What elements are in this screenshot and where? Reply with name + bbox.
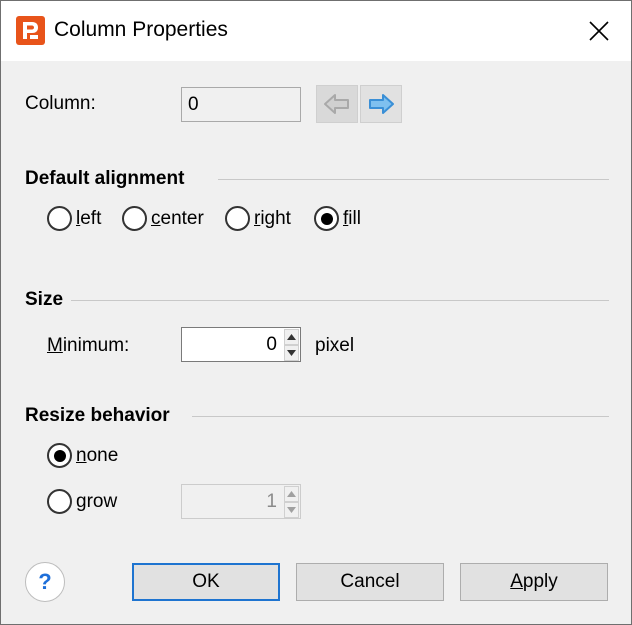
resize-group-title: Resize behavior [25,405,170,426]
minimum-size-spinner [284,329,299,361]
chevron-down-icon [287,350,296,356]
align-center-radio[interactable]: center [122,206,204,231]
chevron-down-icon [287,507,296,513]
align-center-label: center [151,207,204,229]
minimum-size-value: 0 [266,334,277,355]
column-index-field: 0 [181,87,301,122]
size-group-title: Size [25,289,64,310]
align-fill-radio[interactable]: fill [314,206,361,231]
grow-weight-value: 1 [266,491,277,512]
help-button[interactable]: ? [25,562,65,602]
radio-circle [47,489,72,514]
resize-separator [192,416,609,417]
align-left-radio[interactable]: left [47,206,101,231]
arrow-right-icon [369,94,394,114]
alignment-separator [218,179,609,180]
close-icon [589,21,609,41]
chevron-up-icon [287,334,296,340]
dialog-title: Column Properties [54,18,228,41]
previous-column-button[interactable] [316,85,358,123]
arrow-left-icon [324,94,349,114]
resize-none-radio[interactable]: none [47,443,118,468]
column-label: Column: [25,93,96,114]
dialog-content: Column: 0 Default alignment left center … [1,61,631,624]
apply-button[interactable]: Apply [460,563,608,601]
spin-up-button[interactable] [284,329,299,345]
spin-down-button[interactable] [284,502,299,518]
dialog-window: Column Properties Column: 0 Default alig… [0,0,632,625]
radio-circle [225,206,250,231]
pd-logo-icon [16,16,45,45]
size-separator [71,300,609,301]
minimum-size-input[interactable]: 0 [181,327,301,362]
grow-weight-input[interactable]: 1 [181,484,301,519]
grow-weight-spinner [284,486,299,518]
size-unit-label: pixel [315,335,355,356]
align-left-label: left [76,207,102,229]
radio-circle [47,443,72,468]
close-button[interactable] [567,1,631,61]
resize-none-label: none [76,444,119,466]
next-column-button[interactable] [360,85,402,123]
title-bar: Column Properties [1,1,631,61]
radio-circle [314,206,339,231]
radio-selected-dot [320,212,333,225]
resize-grow-radio[interactable]: grow [47,489,117,514]
spin-up-button[interactable] [284,486,299,502]
radio-selected-dot [53,449,66,462]
chevron-up-icon [287,491,296,497]
cancel-button[interactable]: Cancel [296,563,444,601]
radio-circle [47,206,72,231]
resize-grow-label: grow [76,490,118,512]
align-right-label: right [254,207,291,229]
radio-circle [122,206,147,231]
question-mark-icon: ? [38,569,52,594]
minimum-label: Minimum: [47,335,130,356]
align-fill-label: fill [343,207,361,229]
ok-button[interactable]: OK [132,563,280,601]
alignment-group-title: Default alignment [25,168,185,189]
align-right-radio[interactable]: right [225,206,291,231]
spin-down-button[interactable] [284,345,299,361]
